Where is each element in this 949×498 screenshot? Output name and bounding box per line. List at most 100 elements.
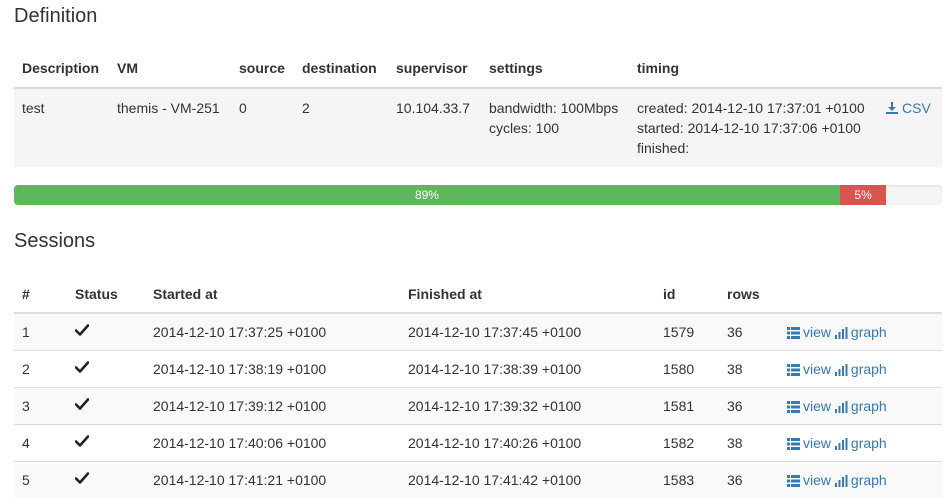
view-link[interactable]: view — [787, 324, 831, 340]
header-destination: destination — [294, 48, 388, 89]
definition-timing: created: 2014-12-10 17:37:01 +0100 start… — [629, 88, 878, 167]
download-icon — [886, 100, 902, 116]
session-finished: 2014-12-10 17:41:42 +0100 — [400, 460, 655, 498]
session-rows: 36 — [719, 460, 779, 498]
session-num: 2 — [14, 349, 67, 387]
graph-label: graph — [850, 471, 887, 488]
header-supervisor: supervisor — [388, 48, 481, 89]
list-icon — [787, 398, 803, 414]
session-status — [67, 423, 145, 461]
check-icon — [74, 397, 90, 414]
session-status — [67, 386, 145, 424]
view-label: view — [803, 471, 832, 488]
definition-source: 0 — [231, 88, 294, 167]
header-session-actions — [779, 275, 942, 314]
definition-settings: bandwidth: 100Mbps cycles: 100 — [481, 88, 629, 167]
session-actions: view graph — [779, 460, 942, 498]
graph-link[interactable]: graph — [834, 324, 887, 340]
progress-success-segment: 89% — [14, 185, 840, 205]
timing-finished: finished: — [637, 140, 690, 156]
definition-vm: themis - VM-251 — [109, 88, 231, 167]
header-started: Started at — [145, 275, 400, 314]
graph-label: graph — [850, 360, 887, 377]
graph-link[interactable]: graph — [834, 434, 887, 451]
graph-link[interactable]: graph — [834, 360, 887, 377]
header-num: # — [14, 275, 67, 314]
bar-chart-icon — [834, 398, 851, 414]
sessions-body: 1 2014-12-10 17:37:25 +0100 2014-12-10 17:… — [14, 312, 942, 498]
list-icon — [787, 435, 803, 451]
header-vm: VM — [109, 48, 231, 89]
definition-actions: CSV — [878, 88, 942, 167]
session-rows: 38 — [719, 423, 779, 461]
timing-started: started: 2014-12-10 17:37:06 +0100 — [637, 120, 861, 136]
session-rows: 36 — [719, 312, 779, 350]
session-started: 2014-12-10 17:38:19 +0100 — [145, 349, 400, 387]
timing-created: created: 2014-12-10 17:37:01 +0100 — [637, 100, 865, 116]
view-label: view — [803, 323, 832, 340]
session-rows: 38 — [719, 349, 779, 387]
view-link[interactable]: view — [787, 472, 831, 488]
check-icon — [74, 471, 90, 488]
session-status — [67, 312, 145, 350]
session-finished: 2014-12-10 17:37:45 +0100 — [400, 312, 655, 350]
graph-link[interactable]: graph — [834, 397, 887, 414]
header-settings: settings — [481, 48, 629, 89]
csv-label: CSV — [902, 100, 931, 116]
session-started: 2014-12-10 17:40:06 +0100 — [145, 423, 400, 461]
session-row: 1 2014-12-10 17:37:25 +0100 2014-12-10 17:… — [14, 312, 942, 350]
session-row: 5 2014-12-10 17:41:21 +0100 2014-12-10 17:… — [14, 460, 942, 498]
definition-table: Description VM source destination superv… — [14, 48, 942, 167]
sessions-table: # Status Started at Finished at id rows … — [14, 275, 942, 498]
list-icon — [787, 324, 803, 340]
session-rows: 36 — [719, 386, 779, 424]
graph-link[interactable]: graph — [834, 471, 887, 488]
view-link[interactable]: view — [787, 398, 831, 414]
bar-chart-icon — [834, 435, 851, 451]
session-status — [67, 460, 145, 498]
sessions-header-row: # Status Started at Finished at id rows — [14, 275, 942, 314]
view-label: view — [803, 397, 832, 414]
session-id: 1581 — [655, 386, 719, 424]
graph-label: graph — [850, 397, 887, 414]
session-actions: view graph — [779, 312, 942, 350]
csv-download-link[interactable]: CSV — [886, 100, 931, 116]
graph-label: graph — [850, 434, 887, 451]
view-link[interactable]: view — [787, 435, 831, 451]
header-rows: rows — [719, 275, 779, 314]
header-id: id — [655, 275, 719, 314]
check-icon — [74, 434, 90, 451]
definition-header-row: Description VM source destination superv… — [14, 48, 942, 89]
session-id: 1580 — [655, 349, 719, 387]
progress-bar: 89% 5% — [14, 185, 942, 205]
session-started: 2014-12-10 17:39:12 +0100 — [145, 386, 400, 424]
session-started: 2014-12-10 17:37:25 +0100 — [145, 312, 400, 350]
definition-destination: 2 — [294, 88, 388, 167]
session-num: 5 — [14, 460, 67, 498]
bar-chart-icon — [834, 361, 851, 377]
bar-chart-icon — [834, 324, 851, 340]
header-source: source — [231, 48, 294, 89]
bar-chart-icon — [834, 472, 851, 488]
session-row: 2 2014-12-10 17:38:19 +0100 2014-12-10 17:… — [14, 349, 942, 387]
definition-heading: Definition — [14, 5, 98, 27]
session-actions: view graph — [779, 349, 942, 387]
view-label: view — [803, 434, 832, 451]
session-num: 1 — [14, 312, 67, 350]
header-description: Description — [14, 48, 109, 89]
definition-description: test — [14, 88, 109, 167]
check-icon — [74, 360, 90, 377]
session-id: 1579 — [655, 312, 719, 350]
session-id: 1582 — [655, 423, 719, 461]
session-row: 4 2014-12-10 17:40:06 +0100 2014-12-10 17:… — [14, 423, 942, 461]
list-icon — [787, 361, 803, 377]
session-finished: 2014-12-10 17:39:32 +0100 — [400, 386, 655, 424]
session-status — [67, 349, 145, 387]
session-finished: 2014-12-10 17:40:26 +0100 — [400, 423, 655, 461]
header-timing: timing — [629, 48, 878, 89]
view-link[interactable]: view — [787, 361, 831, 377]
check-icon — [74, 323, 90, 340]
sessions-heading: Sessions — [14, 230, 96, 252]
header-finished: Finished at — [400, 275, 655, 314]
view-label: view — [803, 360, 832, 377]
